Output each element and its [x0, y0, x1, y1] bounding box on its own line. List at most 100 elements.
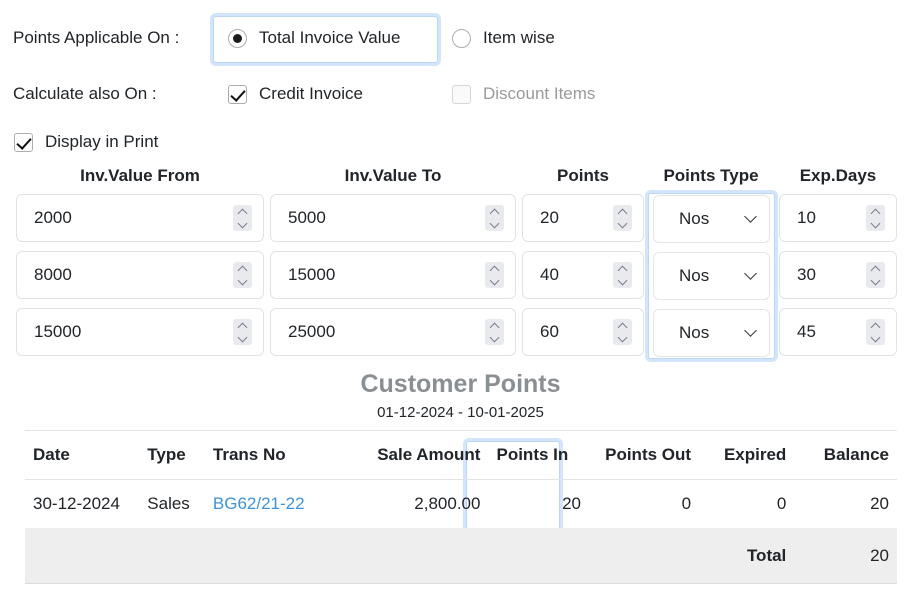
input-inv-value-from-3-value: 15000	[34, 322, 82, 341]
input-inv-value-from-3[interactable]: 15000	[16, 308, 264, 356]
cell-sale-amount: 2,800.00	[331, 479, 489, 529]
checkbox-credit-invoice-label: Credit Invoice	[259, 84, 363, 103]
checkbox-display-in-print-label: Display in Print	[45, 132, 159, 151]
input-exp-days-2[interactable]: 30	[779, 251, 897, 299]
radio-total-invoice-value-indicator[interactable]	[228, 28, 247, 48]
checkbox-display-in-print[interactable]: Display in Print	[14, 132, 158, 152]
spinner-icon[interactable]	[866, 262, 885, 288]
table-row: 30-12-2024 Sales BG62/21-22 2,800.00 20 …	[25, 479, 897, 529]
input-inv-value-from-2[interactable]: 8000	[16, 251, 264, 299]
cell-points-in: 20	[488, 479, 590, 529]
total-value: 20	[794, 528, 897, 584]
input-inv-value-from-1-value: 2000	[34, 208, 72, 227]
checkbox-discount-items-indicator	[452, 84, 471, 104]
link-trans-no[interactable]: BG62/21-22	[213, 494, 305, 513]
radio-total-invoice-value[interactable]: Total Invoice Value	[228, 28, 400, 48]
input-inv-value-to-3[interactable]: 25000	[270, 308, 516, 356]
radio-item-wise[interactable]: Item wise	[452, 28, 555, 48]
total-pad-3	[204, 528, 332, 584]
points-configuration-screen: Points Applicable On : Total Invoice Val…	[0, 0, 921, 611]
cell-trans-no: BG62/21-22	[204, 479, 332, 529]
select-points-type-3[interactable]: Nos	[653, 309, 770, 357]
spinner-icon[interactable]	[233, 262, 252, 288]
spinner-icon[interactable]	[233, 205, 252, 231]
customer-points-title: Customer Points	[360, 370, 561, 398]
cell-points-out: 0	[589, 479, 700, 529]
column-header-points-out: Points Out	[589, 430, 700, 480]
select-points-type-1[interactable]: Nos	[653, 195, 770, 243]
input-points-2-value: 40	[540, 265, 559, 284]
spinner-icon[interactable]	[866, 319, 885, 345]
column-header-exp-days: Exp.Days	[799, 166, 877, 185]
input-exp-days-3-value: 45	[797, 322, 816, 341]
column-header-points: Points	[557, 166, 609, 185]
checkbox-credit-invoice[interactable]: Credit Invoice	[228, 84, 363, 104]
checkbox-display-in-print-indicator[interactable]	[14, 132, 33, 152]
spinner-icon[interactable]	[613, 205, 632, 231]
input-points-3[interactable]: 60	[522, 308, 644, 356]
column-header-inv-value-from: Inv.Value From	[80, 166, 200, 185]
total-pad-2	[139, 528, 205, 584]
spinner-icon[interactable]	[485, 262, 504, 288]
points-applicable-label: Points Applicable On :	[13, 28, 180, 47]
customer-points-date-range: 01-12-2024 - 10-01-2025	[377, 404, 544, 421]
checkbox-credit-invoice-indicator[interactable]	[228, 84, 247, 104]
column-header-trans-no: Trans No	[204, 430, 332, 480]
input-points-2[interactable]: 40	[522, 251, 644, 299]
total-pad-5	[488, 528, 590, 584]
input-inv-value-to-3-value: 25000	[288, 322, 336, 341]
column-header-type: Type	[139, 430, 205, 480]
table-total-row: Total 20	[25, 528, 897, 584]
input-inv-value-to-1[interactable]: 5000	[270, 194, 516, 242]
total-pad-4	[331, 528, 489, 584]
input-points-1[interactable]: 20	[522, 194, 644, 242]
checkbox-discount-items-label: Discount Items	[483, 84, 596, 103]
input-exp-days-3[interactable]: 45	[779, 308, 897, 356]
spinner-icon[interactable]	[613, 262, 632, 288]
cell-type: Sales	[139, 479, 205, 529]
spinner-icon[interactable]	[613, 319, 632, 345]
spinner-icon[interactable]	[866, 205, 885, 231]
column-header-points-in: Points In	[488, 430, 590, 480]
input-inv-value-to-1-value: 5000	[288, 208, 326, 227]
cell-date: 30-12-2024	[25, 479, 140, 529]
column-header-inv-value-to: Inv.Value To	[344, 166, 442, 185]
total-label: Total	[699, 528, 795, 584]
chevron-down-icon[interactable]	[744, 323, 757, 337]
input-inv-value-to-2-value: 15000	[288, 265, 336, 284]
radio-item-wise-indicator[interactable]	[452, 28, 471, 48]
spinner-icon[interactable]	[485, 319, 504, 345]
radio-item-wise-label: Item wise	[483, 28, 555, 47]
column-header-expired: Expired	[699, 430, 795, 480]
calculate-also-row: Calculate also On :	[13, 84, 157, 104]
input-exp-days-2-value: 30	[797, 265, 816, 284]
total-pad-1	[25, 528, 140, 584]
input-exp-days-1[interactable]: 10	[779, 194, 897, 242]
checkbox-discount-items: Discount Items	[452, 84, 595, 104]
input-inv-value-from-2-value: 8000	[34, 265, 72, 284]
column-header-date: Date	[25, 430, 140, 480]
chevron-down-icon[interactable]	[744, 209, 757, 223]
select-points-type-1-value: Nos	[679, 209, 710, 228]
calculate-also-label: Calculate also On :	[13, 84, 157, 103]
select-points-type-2[interactable]: Nos	[653, 252, 770, 300]
cell-balance: 20	[794, 479, 897, 529]
cell-expired: 0	[699, 479, 795, 529]
customer-points-table: Date Type Trans No Sale Amount Points In…	[25, 430, 897, 584]
spinner-icon[interactable]	[233, 319, 252, 345]
input-points-3-value: 60	[540, 322, 559, 341]
chevron-down-icon[interactable]	[744, 266, 757, 280]
total-pad-6	[589, 528, 700, 584]
input-inv-value-to-2[interactable]: 15000	[270, 251, 516, 299]
select-points-type-3-value: Nos	[679, 323, 710, 342]
column-header-sale-amount: Sale Amount	[331, 430, 489, 480]
column-header-balance: Balance	[794, 430, 897, 480]
input-inv-value-from-1[interactable]: 2000	[16, 194, 264, 242]
points-applicable-row: Points Applicable On :	[13, 28, 179, 48]
table-header-row: Date Type Trans No Sale Amount Points In…	[25, 430, 897, 480]
spinner-icon[interactable]	[485, 205, 504, 231]
column-header-points-type: Points Type	[663, 166, 759, 185]
input-points-1-value: 20	[540, 208, 559, 227]
input-exp-days-1-value: 10	[797, 208, 816, 227]
radio-total-invoice-value-label: Total Invoice Value	[259, 28, 401, 47]
